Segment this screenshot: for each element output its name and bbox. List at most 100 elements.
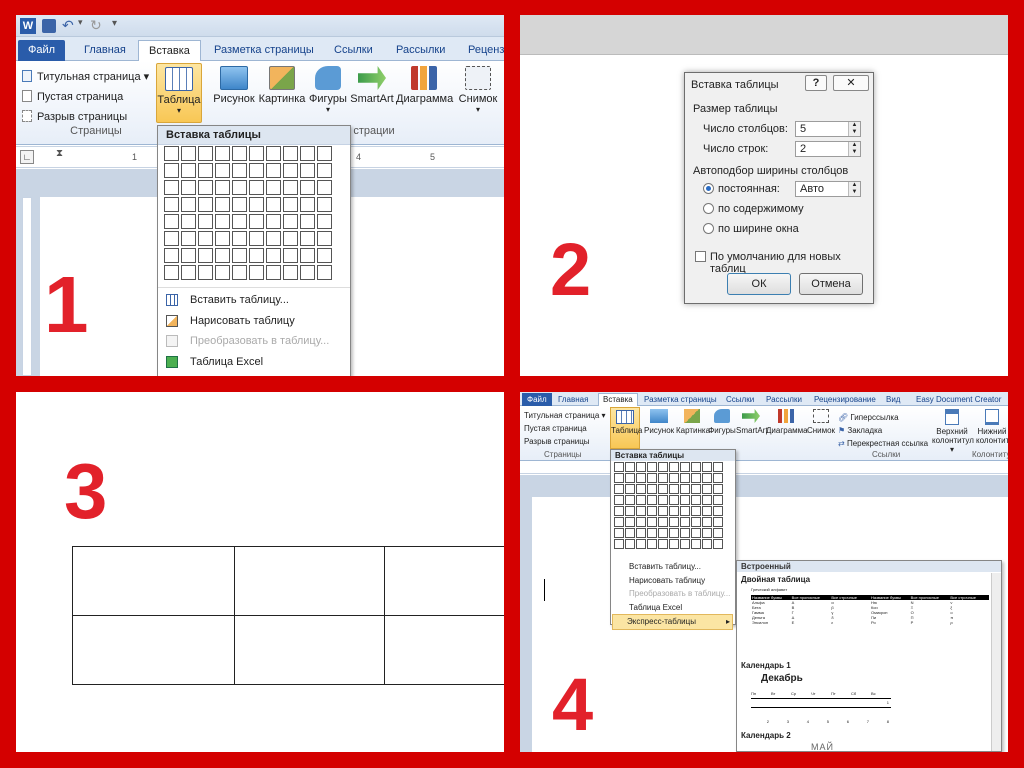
grid-cell[interactable]	[669, 539, 679, 549]
table-cell[interactable]	[385, 616, 504, 685]
grid-cell[interactable]	[680, 473, 690, 483]
grid-cell[interactable]	[198, 265, 213, 280]
grid-cell[interactable]	[283, 146, 298, 161]
grid-cell[interactable]	[249, 180, 264, 195]
table-cell[interactable]	[385, 547, 504, 616]
grid-cell[interactable]	[614, 517, 624, 527]
grid-cell[interactable]	[215, 197, 230, 212]
grid-cell[interactable]	[317, 231, 332, 246]
grid-cell[interactable]	[232, 180, 247, 195]
grid-cell[interactable]	[232, 231, 247, 246]
smartart-button[interactable]: SmartArt	[350, 66, 394, 105]
grid-cell[interactable]	[625, 539, 635, 549]
grid-cell[interactable]	[669, 462, 679, 472]
tab-review[interactable]: Реценз	[458, 40, 504, 61]
grid-cell[interactable]	[691, 539, 701, 549]
draw-table-item[interactable]: Нарисовать таблицу	[615, 574, 733, 588]
table-cell[interactable]	[235, 616, 385, 685]
grid-cell[interactable]	[713, 517, 723, 527]
grid-cell[interactable]	[691, 473, 701, 483]
table-cell[interactable]	[235, 547, 385, 616]
grid-cell[interactable]	[658, 495, 668, 505]
cancel-button[interactable]: Отмена	[799, 273, 863, 295]
grid-cell[interactable]	[669, 473, 679, 483]
blank-page-button[interactable]: Пустая страница	[22, 87, 162, 107]
grid-cell[interactable]	[283, 231, 298, 246]
chart-button[interactable]: Диаграмма	[396, 66, 453, 105]
smartart-button[interactable]: SmartArt	[736, 409, 768, 435]
close-icon[interactable]: ✕	[833, 75, 869, 91]
cross-reference-button[interactable]: ⇄ Перекрестная ссылка	[838, 437, 928, 450]
grid-cell[interactable]	[702, 484, 712, 494]
table-size-grid[interactable]	[614, 462, 723, 549]
radio-autofit-content[interactable]	[703, 203, 714, 214]
tab-insert[interactable]: Вставка	[138, 40, 201, 61]
tab-selector-icon[interactable]: ∟	[20, 150, 34, 164]
grid-cell[interactable]	[680, 517, 690, 527]
grid-cell[interactable]	[215, 231, 230, 246]
grid-cell[interactable]	[691, 495, 701, 505]
grid-cell[interactable]	[181, 163, 196, 178]
grid-cell[interactable]	[680, 495, 690, 505]
grid-cell[interactable]	[691, 528, 701, 538]
grid-cell[interactable]	[691, 517, 701, 527]
rows-spinner[interactable]: 2 ▲ ▼	[795, 141, 861, 157]
grid-cell[interactable]	[636, 495, 646, 505]
grid-cell[interactable]	[680, 539, 690, 549]
grid-cell[interactable]	[658, 517, 668, 527]
grid-cell[interactable]	[300, 180, 315, 195]
help-button[interactable]: ?	[805, 75, 827, 91]
inserted-table[interactable]	[72, 546, 504, 685]
grid-cell[interactable]	[198, 163, 213, 178]
grid-cell[interactable]	[181, 231, 196, 246]
grid-cell[interactable]	[232, 214, 247, 229]
table-size-grid[interactable]	[164, 146, 332, 280]
grid-cell[interactable]	[713, 539, 723, 549]
grid-cell[interactable]	[614, 484, 624, 494]
grid-cell[interactable]	[283, 214, 298, 229]
grid-cell[interactable]	[647, 517, 657, 527]
radio-fixed[interactable]	[703, 183, 714, 194]
grid-cell[interactable]	[691, 462, 701, 472]
excel-table-item[interactable]: Таблица Excel	[158, 352, 350, 372]
grid-cell[interactable]	[669, 528, 679, 538]
spin-arrows-icon[interactable]: ▲ ▼	[848, 142, 860, 156]
ok-button[interactable]: ОК	[727, 273, 791, 295]
tab-page-layout[interactable]: Разметка страницы	[204, 40, 324, 61]
grid-cell[interactable]	[658, 539, 668, 549]
grid-cell[interactable]	[266, 180, 281, 195]
grid-cell[interactable]	[647, 484, 657, 494]
grid-cell[interactable]	[317, 265, 332, 280]
grid-cell[interactable]	[300, 231, 315, 246]
shapes-button[interactable]: Фигуры ▾	[308, 66, 348, 114]
default-checkbox[interactable]	[695, 251, 706, 262]
grid-cell[interactable]	[283, 163, 298, 178]
grid-cell[interactable]	[625, 506, 635, 516]
grid-cell[interactable]	[215, 248, 230, 263]
tab-file[interactable]: Файл	[522, 393, 552, 406]
grid-cell[interactable]	[181, 265, 196, 280]
insert-table-item[interactable]: Вставить таблицу...	[158, 290, 350, 310]
tab-mailings[interactable]: Рассылки	[386, 40, 455, 61]
grid-cell[interactable]	[266, 248, 281, 263]
grid-cell[interactable]	[625, 473, 635, 483]
tab-review[interactable]: Рецензирование	[814, 393, 876, 406]
grid-cell[interactable]	[702, 473, 712, 483]
tab-references[interactable]: Ссылки	[324, 40, 383, 61]
draw-table-item[interactable]: Нарисовать таблицу	[158, 311, 350, 331]
page-break-button[interactable]: Разрыв страницы	[524, 435, 606, 448]
grid-cell[interactable]	[636, 506, 646, 516]
grid-cell[interactable]	[680, 462, 690, 472]
grid-cell[interactable]	[164, 214, 179, 229]
tab-home[interactable]: Главная	[558, 393, 588, 406]
grid-cell[interactable]	[300, 163, 315, 178]
grid-cell[interactable]	[215, 146, 230, 161]
undo-icon[interactable]: ↶	[62, 17, 74, 34]
grid-cell[interactable]	[317, 146, 332, 161]
hyperlink-button[interactable]: 🔗︎ Гиперссылка	[838, 411, 928, 424]
quick-tables-item[interactable]: Экспресс-таблицы ▸	[612, 614, 733, 630]
grid-cell[interactable]	[232, 163, 247, 178]
grid-cell[interactable]	[636, 484, 646, 494]
blank-page-button[interactable]: Пустая страница	[524, 422, 606, 435]
grid-cell[interactable]	[669, 517, 679, 527]
